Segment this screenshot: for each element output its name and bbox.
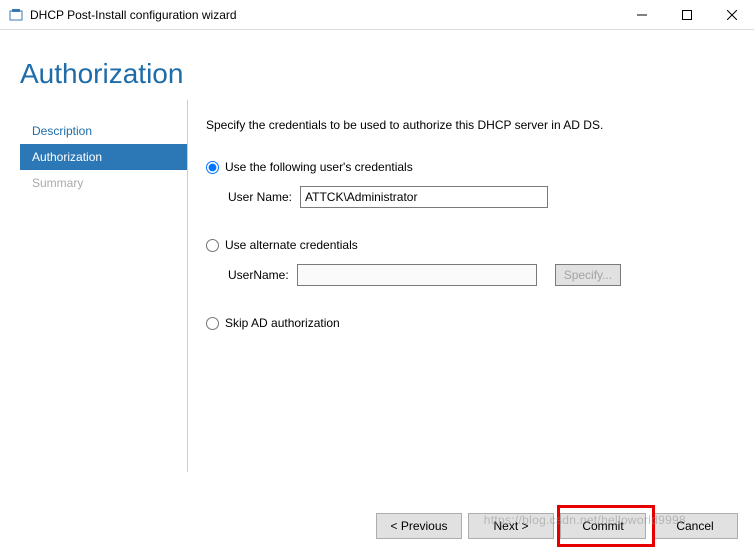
commit-button[interactable]: Commit xyxy=(560,513,646,539)
next-button[interactable]: Next > xyxy=(468,513,554,539)
previous-button[interactable]: < Previous xyxy=(376,513,462,539)
radio-alternate-credentials[interactable] xyxy=(206,239,219,252)
label-username-1: User Name: xyxy=(228,190,292,204)
label-username-2: UserName: xyxy=(228,268,289,282)
option-following-credentials: Use the following user's credentials Use… xyxy=(206,160,734,208)
instruction-text: Specify the credentials to be used to au… xyxy=(206,118,734,132)
close-button[interactable] xyxy=(709,0,754,30)
input-username-2 xyxy=(297,264,537,286)
radio-skip-authorization[interactable] xyxy=(206,317,219,330)
minimize-button[interactable] xyxy=(619,0,664,30)
window-title: DHCP Post-Install configuration wizard xyxy=(30,8,619,22)
option-skip-authorization: Skip AD authorization xyxy=(206,316,734,330)
radio-following-credentials[interactable] xyxy=(206,161,219,174)
sidebar-item-description[interactable]: Description xyxy=(20,118,187,144)
specify-button: Specify... xyxy=(555,264,621,286)
cancel-button[interactable]: Cancel xyxy=(652,513,738,539)
sidebar-item-authorization[interactable]: Authorization xyxy=(20,144,187,170)
label-skip-authorization: Skip AD authorization xyxy=(225,316,340,330)
app-icon xyxy=(8,7,24,23)
wizard-sidebar: Description Authorization Summary xyxy=(20,100,188,472)
sidebar-item-summary: Summary xyxy=(20,170,187,196)
wizard-content: Specify the credentials to be used to au… xyxy=(188,100,734,472)
wizard-footer: < Previous Next > Commit Cancel xyxy=(376,513,738,539)
titlebar: DHCP Post-Install configuration wizard xyxy=(0,0,754,30)
option-alternate-credentials: Use alternate credentials UserName: Spec… xyxy=(206,238,734,286)
input-username-1[interactable] xyxy=(300,186,548,208)
maximize-button[interactable] xyxy=(664,0,709,30)
page-title: Authorization xyxy=(20,58,734,90)
page-header: Authorization xyxy=(0,30,754,100)
label-following-credentials: Use the following user's credentials xyxy=(225,160,413,174)
wizard-body: Description Authorization Summary Specif… xyxy=(0,100,754,472)
label-alternate-credentials: Use alternate credentials xyxy=(225,238,358,252)
window-buttons xyxy=(619,0,754,30)
